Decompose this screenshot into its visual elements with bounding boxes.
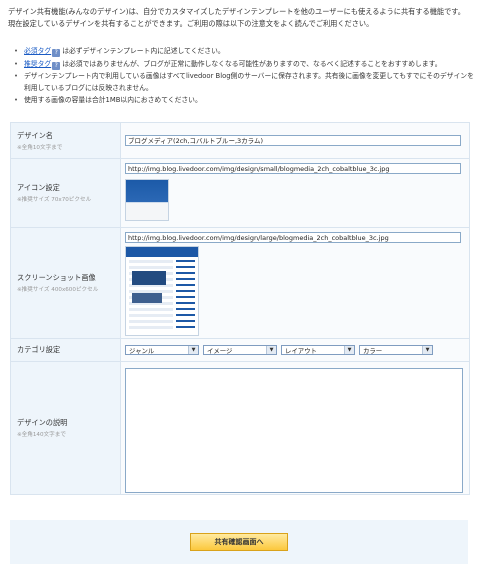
design-name-hint: ※全角10文字まで [17, 144, 63, 151]
design-share-form: デザイン名 ※全角10文字まで ブログメディア(2ch,コバルトブルー,3カラム… [10, 122, 470, 495]
intro-text: デザイン共有機能(みんなのデザイン)は、自分でカスタマイズしたデザインテンプレー… [8, 7, 465, 28]
color-select-value: カラー [363, 346, 383, 355]
chevron-down-icon: ▼ [344, 346, 354, 354]
icon-preview-image [125, 179, 169, 221]
description-hint: ※全角140文字まで [17, 432, 66, 438]
icon-url-input[interactable]: http://img.blog.livedoor.com/img/design/… [125, 163, 461, 174]
description-textarea[interactable] [125, 368, 463, 493]
icon-setting-label: アイコン設定 [17, 183, 60, 192]
list-item: デザインテンプレート内で利用している画像はすべてlivedoor Blog側のサ… [14, 71, 474, 94]
image-select-value: イメージ [207, 346, 233, 355]
chevron-down-icon: ▼ [188, 346, 198, 354]
label-cell: スクリーンショット画像 ※推奨サイズ 400x600ピクセル [11, 228, 121, 338]
note-text: は必ずデザインテンプレート内に記述してください。 [62, 47, 225, 55]
design-name-label: デザイン名 [17, 130, 53, 140]
notes-list: 必須タグ?は必ずデザインテンプレート内に記述してください。 推奨タグ?は必須では… [14, 46, 474, 108]
list-item: 使用する画像の容量は合計1MB以内におさめてください。 [14, 95, 474, 107]
list-item: 必須タグ?は必ずデザインテンプレート内に記述してください。 [14, 46, 474, 58]
label-cell: デザイン名 ※全角10文字まで [11, 123, 121, 158]
label-cell: カテゴリ設定 [11, 339, 121, 361]
submit-area: 共有確認画面へ [10, 520, 468, 564]
row-category: カテゴリ設定 ジャンル ▼ イメージ ▼ レイアウト ▼ カラー ▼ [11, 338, 469, 361]
screenshot-preview-image [125, 246, 199, 336]
icon-size-hint: ※推奨サイズ 70x70ピクセル [17, 197, 92, 203]
value-cell: http://img.blog.livedoor.com/img/design/… [121, 228, 469, 338]
chevron-down-icon: ▼ [266, 346, 276, 354]
recommended-tags-link[interactable]: 推奨タグ [24, 60, 51, 68]
image-select[interactable]: イメージ ▼ [203, 345, 277, 355]
design-name-input[interactable]: ブログメディア(2ch,コバルトブルー,3カラム) [125, 135, 461, 146]
list-item: 推奨タグ?は必須ではありませんが、ブログが正常に動作しなくなる可能性がありますの… [14, 59, 474, 71]
question-icon[interactable]: ? [52, 49, 61, 57]
screenshot-label: スクリーンショット画像 [17, 273, 96, 282]
question-icon[interactable]: ? [52, 61, 61, 70]
color-select[interactable]: カラー ▼ [359, 345, 433, 355]
note-text: デザインテンプレート内で利用している画像はすべてlivedoor Blog側のサ… [24, 72, 474, 92]
screenshot-url-input[interactable]: http://img.blog.livedoor.com/img/design/… [125, 232, 461, 243]
value-cell: http://img.blog.livedoor.com/img/design/… [121, 159, 469, 227]
value-cell [121, 362, 469, 494]
value-cell: ブログメディア(2ch,コバルトブルー,3カラム) [121, 123, 469, 158]
share-confirm-button[interactable]: 共有確認画面へ [190, 533, 288, 551]
category-label: カテゴリ設定 [17, 345, 61, 354]
row-design-name: デザイン名 ※全角10文字まで ブログメディア(2ch,コバルトブルー,3カラム… [11, 123, 469, 158]
description-label: デザインの説明 [17, 418, 68, 427]
label-cell: デザインの説明 ※全角140文字まで [11, 362, 121, 494]
layout-select-value: レイアウト [285, 346, 317, 355]
row-screenshot: スクリーンショット画像 ※推奨サイズ 400x600ピクセル http://im… [11, 227, 469, 338]
value-cell: ジャンル ▼ イメージ ▼ レイアウト ▼ カラー ▼ [121, 339, 469, 361]
genre-select[interactable]: ジャンル ▼ [125, 345, 199, 355]
genre-select-value: ジャンル [129, 346, 155, 355]
screenshot-size-hint: ※推奨サイズ 400x600ピクセル [17, 287, 99, 293]
note-text: 使用する画像の容量は合計1MB以内におさめてください。 [24, 96, 202, 104]
label-cell: アイコン設定 ※推奨サイズ 70x70ピクセル [11, 159, 121, 227]
layout-select[interactable]: レイアウト ▼ [281, 345, 355, 355]
note-text: は必須ではありませんが、ブログが正常に動作しなくなる可能性がありますので、なるべ… [62, 59, 442, 68]
required-tags-link[interactable]: 必須タグ [24, 47, 51, 55]
row-description: デザインの説明 ※全角140文字まで [11, 361, 469, 494]
row-icon: アイコン設定 ※推奨サイズ 70x70ピクセル http://img.blog.… [11, 158, 469, 227]
chevron-down-icon: ▼ [422, 346, 432, 354]
